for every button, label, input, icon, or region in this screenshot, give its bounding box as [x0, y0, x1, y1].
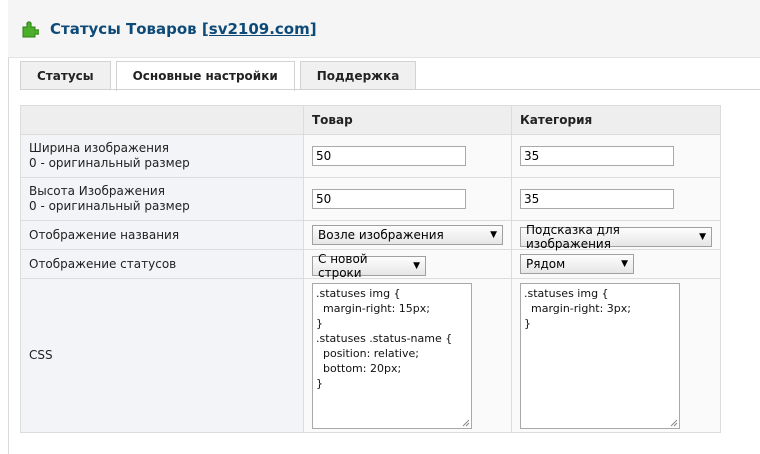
- tab-divider: [20, 89, 760, 90]
- table-row-width: Ширина изображения 0 - оригинальный разм…: [20, 134, 721, 178]
- category-width-input[interactable]: [520, 146, 674, 166]
- table-row-height: Высота Изображения 0 - оригинальный разм…: [20, 177, 721, 221]
- cell-category-status-display: Рядом ▼: [511, 249, 721, 279]
- settings-table: Товар Категория Ширина изображения 0 - о…: [20, 105, 721, 433]
- category-css-textarea[interactable]: .statuses img { margin-right: 3px; }: [520, 282, 680, 429]
- column-header-category: Категория: [511, 105, 721, 135]
- product-name-display-select[interactable]: Возле изображения ▼: [312, 225, 503, 245]
- row-label-height: Высота Изображения 0 - оригинальный разм…: [20, 177, 304, 221]
- category-status-display-select[interactable]: Рядом ▼: [520, 254, 634, 274]
- cell-category-width: [511, 134, 721, 178]
- tab-support[interactable]: Поддержка: [299, 61, 417, 89]
- category-name-display-select[interactable]: Подсказка для изображения ▼: [520, 223, 712, 251]
- category-status-display-value: Рядом: [526, 257, 566, 271]
- dropdown-arrow-icon: ▼: [413, 261, 420, 271]
- row-label-width: Ширина изображения 0 - оригинальный разм…: [20, 134, 304, 178]
- product-css-textarea[interactable]: .statuses img { margin-right: 15px; } .s…: [312, 282, 472, 429]
- cell-product-width: [303, 134, 512, 178]
- width-label: Ширина изображения: [29, 141, 170, 155]
- column-header-product: Товар: [303, 105, 512, 135]
- dropdown-arrow-icon: ▼: [699, 232, 706, 242]
- height-hint: 0 - оригинальный размер: [29, 199, 190, 213]
- name-display-label: Отображение названия: [20, 220, 304, 250]
- page-title: Статусы Товаров [sv2109.com]: [50, 20, 317, 38]
- cell-category-height: [511, 177, 721, 221]
- cell-product-status-display: С новой строки ▼: [303, 249, 512, 280]
- page-header: Статусы Товаров [sv2109.com]: [8, 0, 760, 58]
- dropdown-arrow-icon: ▼: [490, 230, 497, 240]
- table-row-name-display: Отображение названия Возле изображения ▼…: [20, 220, 721, 251]
- category-name-display-value: Подсказка для изображения: [526, 223, 620, 251]
- product-status-display-value: С новой строки: [318, 252, 368, 280]
- cell-product-height: [303, 177, 512, 221]
- product-status-display-select[interactable]: С новой строки ▼: [312, 252, 426, 280]
- category-height-input[interactable]: [520, 189, 674, 209]
- puzzle-piece-icon: [22, 21, 39, 38]
- product-height-input[interactable]: [312, 189, 466, 209]
- product-width-input[interactable]: [312, 146, 466, 166]
- product-name-display-value: Возле изображения: [318, 228, 444, 242]
- resize-grip-icon[interactable]: [670, 419, 678, 427]
- status-display-label: Отображение статусов: [20, 249, 304, 279]
- page-title-text: Статусы Товаров: [50, 20, 197, 38]
- table-row-css: CSS .statuses img { margin-right: 15px; …: [20, 278, 721, 433]
- tab-bar: Статусы Основные настройки Поддержка: [20, 61, 421, 91]
- product-css-wrap: .statuses img { margin-right: 15px; } .s…: [312, 282, 472, 429]
- dropdown-arrow-icon: ▼: [621, 259, 628, 269]
- css-label: CSS: [20, 278, 304, 433]
- cell-category-css: .statuses img { margin-right: 3px; }: [511, 278, 721, 433]
- site-link[interactable]: [sv2109.com]: [202, 20, 317, 38]
- cell-product-css: .statuses img { margin-right: 15px; } .s…: [303, 278, 512, 433]
- category-css-wrap: .statuses img { margin-right: 3px; }: [520, 282, 680, 429]
- column-header-empty: [20, 105, 304, 135]
- tab-statuses[interactable]: Статусы: [20, 61, 111, 89]
- cell-product-name-display: Возле изображения ▼: [303, 220, 512, 250]
- height-label: Высота Изображения: [29, 184, 165, 198]
- tab-main-settings[interactable]: Основные настройки: [115, 61, 295, 91]
- resize-grip-icon[interactable]: [462, 419, 470, 427]
- cell-category-name-display: Подсказка для изображения ▼: [511, 220, 721, 251]
- width-hint: 0 - оригинальный размер: [29, 156, 190, 170]
- table-row-status-display: Отображение статусов С новой строки ▼ Ря…: [20, 249, 721, 280]
- table-header-row: Товар Категория: [20, 105, 721, 135]
